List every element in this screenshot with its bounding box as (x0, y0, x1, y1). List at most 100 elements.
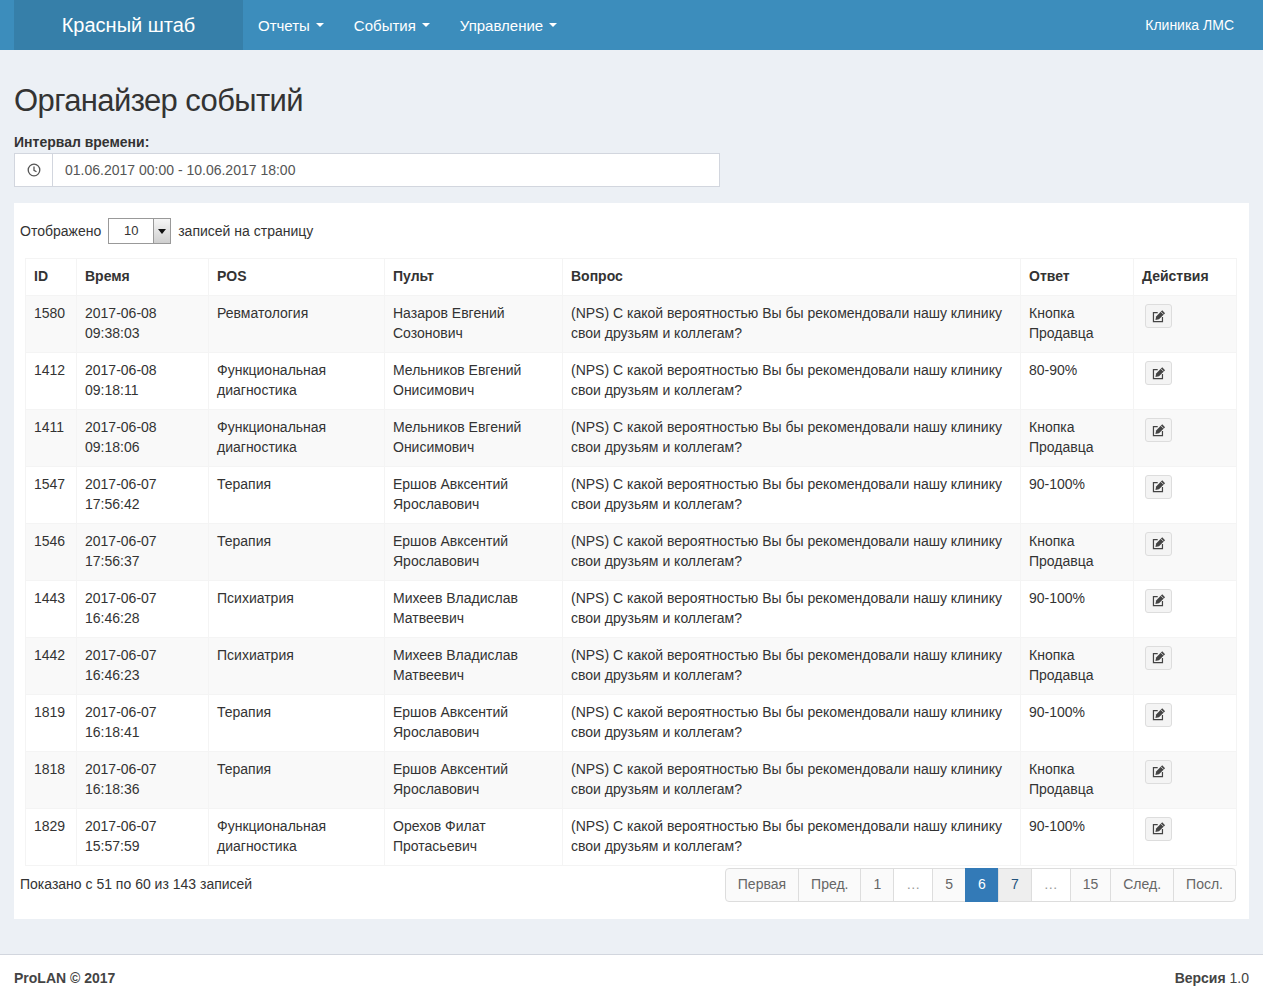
cell-id: 1411 (26, 410, 77, 467)
cell-answer: 80-90% (1021, 353, 1134, 410)
cell-id: 1829 (26, 808, 77, 865)
menu-item-2[interactable]: Управление (445, 0, 572, 50)
page-button-6[interactable]: 6 (965, 868, 999, 902)
menu-item-0[interactable]: Отчеты (243, 0, 339, 50)
table-row: 1411 2017-06-08 09:18:06 Функциональная … (26, 410, 1237, 467)
cell-question: (NPS) С какой вероятностью Вы бы рекомен… (563, 808, 1021, 865)
table-info: Показано с 51 по 60 из 143 записей (20, 868, 252, 902)
caret-down-icon (549, 23, 557, 27)
edit-button[interactable] (1145, 760, 1172, 784)
cell-question: (NPS) С какой вероятностью Вы бы рекомен… (563, 580, 1021, 637)
cell-answer: 90-100% (1021, 466, 1134, 523)
main-menu: ОтчетыСобытияУправление (243, 0, 572, 50)
page-button-Посл[interactable]: Посл. (1173, 868, 1236, 902)
page-title: Органайзер событий (14, 84, 1249, 118)
cell-answer: Кнопка Продавца (1021, 751, 1134, 808)
cell-pos: Терапия (209, 751, 385, 808)
column-header: Пульт (385, 259, 563, 296)
column-header: Время (77, 259, 209, 296)
cell-answer: 90-100% (1021, 808, 1134, 865)
table-panel: Отображено 10 записей на страницу IDВрем… (14, 203, 1249, 919)
edit-icon (1152, 310, 1166, 323)
cell-pos: Психиатрия (209, 580, 385, 637)
cell-answer: 90-100% (1021, 694, 1134, 751)
cell-pos: Терапия (209, 466, 385, 523)
cell-pult: Ершов Авксентий Ярославович (385, 466, 563, 523)
interval-label: Интервал времени: (14, 134, 1249, 150)
edit-icon (1152, 765, 1166, 778)
navbar: Красный штаб ОтчетыСобытияУправление Кли… (0, 0, 1263, 50)
pagination: ПерваяПред.1…567…15След.Посл. (725, 868, 1236, 902)
cell-actions (1134, 410, 1237, 467)
page-button-7[interactable]: 7 (998, 868, 1032, 902)
cell-question: (NPS) С какой вероятностью Вы бы рекомен… (563, 466, 1021, 523)
cell-actions (1134, 353, 1237, 410)
cell-question: (NPS) С какой вероятностью Вы бы рекомен… (563, 523, 1021, 580)
edit-icon (1152, 480, 1166, 493)
cell-id: 1818 (26, 751, 77, 808)
cell-id: 1443 (26, 580, 77, 637)
cell-actions (1134, 466, 1237, 523)
edit-button[interactable] (1145, 646, 1172, 670)
cell-time: 2017-06-07 17:56:37 (77, 523, 209, 580)
cell-answer: Кнопка Продавца (1021, 523, 1134, 580)
page-length-select[interactable]: 10 (108, 218, 171, 244)
page-button-[interactable]: … (1031, 868, 1071, 902)
edit-button[interactable] (1145, 418, 1172, 442)
page-button-Пред[interactable]: Пред. (798, 868, 861, 902)
interval-input[interactable] (52, 153, 720, 187)
brand[interactable]: Красный штаб (14, 0, 243, 50)
edit-button[interactable] (1145, 361, 1172, 385)
cell-time: 2017-06-07 16:18:41 (77, 694, 209, 751)
select-dropdown-arrow-icon (153, 219, 170, 243)
edit-icon (1152, 537, 1166, 550)
edit-button[interactable] (1145, 532, 1172, 556)
cell-id: 1546 (26, 523, 77, 580)
edit-button[interactable] (1145, 475, 1172, 499)
page-button-15[interactable]: 15 (1070, 868, 1112, 902)
page-button-1[interactable]: 1 (860, 868, 894, 902)
page-length-value: 10 (109, 219, 153, 243)
cell-actions (1134, 808, 1237, 865)
cell-time: 2017-06-08 09:18:11 (77, 353, 209, 410)
cell-actions (1134, 694, 1237, 751)
cell-actions (1134, 637, 1237, 694)
caret-down-icon (316, 23, 324, 27)
cell-answer: Кнопка Продавца (1021, 410, 1134, 467)
cell-question: (NPS) С какой вероятностью Вы бы рекомен… (563, 296, 1021, 353)
cell-id: 1819 (26, 694, 77, 751)
table-row: 1829 2017-06-07 15:57:59 Функциональная … (26, 808, 1237, 865)
page-button-[interactable]: … (893, 868, 933, 902)
table-row: 1818 2017-06-07 16:18:36 Терапия Ершов А… (26, 751, 1237, 808)
cell-id: 1412 (26, 353, 77, 410)
table-row: 1412 2017-06-08 09:18:11 Функциональная … (26, 353, 1237, 410)
page-button-Первая[interactable]: Первая (725, 868, 799, 902)
navbar-right: Клиника ЛМС (1130, 0, 1249, 50)
edit-icon (1152, 424, 1166, 437)
cell-pos: Терапия (209, 694, 385, 751)
table-header-row: IDВремяPOSПультВопросОтветДействия (26, 259, 1237, 296)
menu-item-clinic[interactable]: Клиника ЛМС (1130, 0, 1249, 50)
table-row: 1442 2017-06-07 16:46:23 Психиатрия Михе… (26, 637, 1237, 694)
edit-button[interactable] (1145, 817, 1172, 841)
interval-input-group (14, 153, 720, 187)
table-row: 1547 2017-06-07 17:56:42 Терапия Ершов А… (26, 466, 1237, 523)
edit-button[interactable] (1145, 589, 1172, 613)
cell-pos: Психиатрия (209, 637, 385, 694)
edit-button[interactable] (1145, 304, 1172, 328)
column-header: Ответ (1021, 259, 1134, 296)
cell-answer: 90-100% (1021, 580, 1134, 637)
menu-item-1[interactable]: События (339, 0, 445, 50)
cell-time: 2017-06-07 16:46:23 (77, 637, 209, 694)
page-button-След[interactable]: След. (1110, 868, 1174, 902)
cell-pult: Михеев Владислав Матвеевич (385, 637, 563, 694)
edit-button[interactable] (1145, 703, 1172, 727)
table-row: 1546 2017-06-07 17:56:37 Терапия Ершов А… (26, 523, 1237, 580)
footer-copyright: ProLAN © 2017 (14, 970, 115, 989)
cell-answer: Кнопка Продавца (1021, 296, 1134, 353)
cell-answer: Кнопка Продавца (1021, 637, 1134, 694)
edit-icon (1152, 594, 1166, 607)
cell-time: 2017-06-07 16:46:28 (77, 580, 209, 637)
edit-icon (1152, 367, 1166, 380)
page-button-5[interactable]: 5 (932, 868, 966, 902)
